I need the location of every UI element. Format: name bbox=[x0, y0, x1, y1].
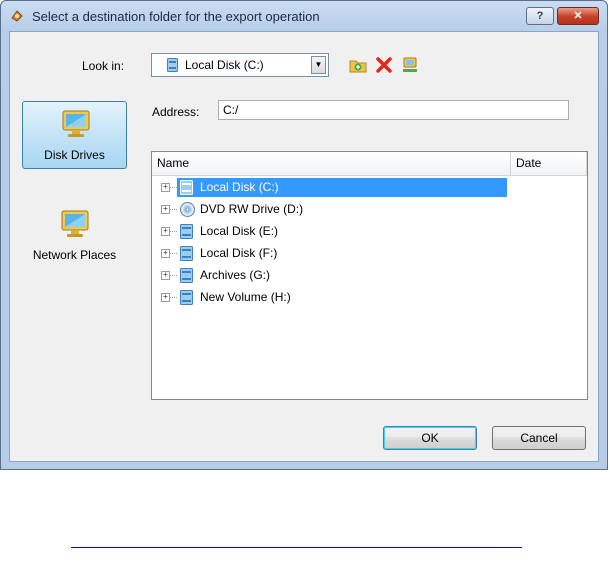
dialog-body: Look in: Local Disk (C:) ▼ Address: C:/ bbox=[9, 31, 599, 462]
column-header-name[interactable]: Name bbox=[152, 152, 511, 175]
chevron-down-icon[interactable]: ▼ bbox=[311, 56, 326, 74]
expand-icon[interactable]: + bbox=[161, 205, 170, 214]
tree-item[interactable]: + Local Disk (C:) bbox=[152, 177, 587, 198]
tree-item[interactable]: + DVD RW Drive (D:) bbox=[152, 199, 587, 220]
tree-item-label: Local Disk (F:) bbox=[200, 246, 278, 260]
new-folder-icon[interactable] bbox=[349, 56, 367, 74]
computer-icon bbox=[62, 110, 90, 137]
close-button[interactable]: ✕ bbox=[557, 7, 599, 25]
look-in-dropdown[interactable]: Local Disk (C:) ▼ bbox=[151, 53, 329, 77]
tree-item-label: New Volume (H:) bbox=[200, 290, 291, 304]
divider-line bbox=[71, 547, 522, 548]
expand-icon[interactable]: + bbox=[161, 271, 170, 280]
tree-item-label: DVD RW Drive (D:) bbox=[200, 202, 304, 216]
hard-disk-icon bbox=[180, 246, 193, 261]
address-input[interactable]: C:/ bbox=[218, 100, 569, 120]
look-in-label: Look in: bbox=[82, 59, 125, 73]
list-header: Name Date bbox=[152, 152, 587, 176]
hard-disk-icon bbox=[180, 180, 193, 195]
tree-item[interactable]: + Archives (G:) bbox=[152, 265, 587, 286]
hard-disk-icon bbox=[180, 268, 193, 283]
expand-icon[interactable]: + bbox=[161, 293, 170, 302]
network-places-icon bbox=[61, 210, 89, 237]
tree-item-label: Archives (G:) bbox=[200, 268, 271, 282]
help-button[interactable]: ? bbox=[526, 7, 554, 25]
dvd-drive-icon bbox=[180, 202, 195, 217]
dialog-window: Select a destination folder for the expo… bbox=[0, 0, 608, 470]
app-icon bbox=[11, 10, 23, 22]
tree-item-label: Local Disk (C:) bbox=[197, 180, 282, 194]
tree-item[interactable]: + Local Disk (E:) bbox=[152, 221, 587, 242]
expand-icon[interactable]: + bbox=[161, 249, 170, 258]
places-network-places[interactable]: Network Places bbox=[22, 202, 127, 270]
column-header-date[interactable]: Date bbox=[511, 152, 587, 175]
tree-item[interactable]: + New Volume (H:) bbox=[152, 287, 587, 308]
places-label: Network Places bbox=[32, 248, 117, 262]
address-label: Address: bbox=[152, 105, 200, 119]
title-bar[interactable]: Select a destination folder for the expo… bbox=[1, 1, 607, 31]
hard-disk-icon bbox=[180, 224, 193, 239]
network-drive-icon[interactable] bbox=[401, 56, 419, 74]
look-in-value: Local Disk (C:) bbox=[185, 58, 264, 72]
hard-disk-icon bbox=[180, 290, 193, 305]
tree-item[interactable]: + Local Disk (F:) bbox=[152, 243, 587, 264]
delete-icon[interactable] bbox=[375, 56, 393, 74]
folder-list[interactable]: Name Date + Local Disk (C:) + DVD RW Dri… bbox=[151, 151, 588, 400]
places-label: Disk Drives bbox=[44, 148, 105, 162]
ok-button[interactable]: OK bbox=[383, 426, 477, 450]
hard-disk-icon bbox=[167, 58, 178, 72]
expand-icon[interactable]: + bbox=[161, 183, 170, 192]
tree-item-label: Local Disk (E:) bbox=[200, 224, 279, 238]
places-disk-drives[interactable]: Disk Drives bbox=[22, 101, 127, 169]
cancel-button[interactable]: Cancel bbox=[492, 426, 586, 450]
expand-icon[interactable]: + bbox=[161, 227, 170, 236]
dialog-title: Select a destination folder for the expo… bbox=[32, 9, 320, 24]
